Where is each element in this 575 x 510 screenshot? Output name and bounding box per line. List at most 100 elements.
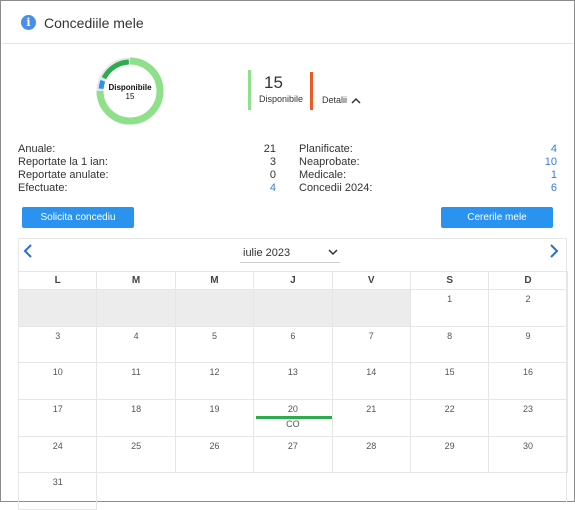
month-label: iulie 2023 xyxy=(243,247,291,259)
weekday-header: M xyxy=(96,271,176,290)
calendar-day-number: 14 xyxy=(366,367,377,378)
chevron-right-icon[interactable] xyxy=(549,244,559,258)
calendar-empty-cell xyxy=(174,289,255,327)
stat-row-carried-over: Reportate la 1 ian: 3 xyxy=(18,156,276,169)
stat-value: 0 xyxy=(269,169,276,181)
calendar-empty-cell xyxy=(97,473,175,510)
month-select[interactable]: iulie 2023 xyxy=(240,245,340,263)
calendar-day-cell[interactable]: 19 xyxy=(174,399,255,437)
calendar-day-cell[interactable]: 1 xyxy=(409,289,490,327)
calendar-day-number: 31 xyxy=(52,477,63,488)
stat-row-medical: Medicale: 1 xyxy=(299,169,557,182)
chevron-up-icon[interactable] xyxy=(351,96,361,104)
info-icon[interactable]: i xyxy=(21,15,36,30)
stat-value: 3 xyxy=(269,156,276,168)
calendar-week-row: 3 4 5 6 7 8 9 xyxy=(17,325,568,364)
calendar-week-row: 17 18 19 20 CO 21 22 23 xyxy=(17,399,568,437)
calendar-day-number: 5 xyxy=(211,330,217,341)
calendar-day-cell[interactable]: 17 xyxy=(17,399,98,437)
calendar-day-number: 25 xyxy=(131,440,142,451)
stat-label: Concedii 2024: xyxy=(299,182,373,194)
calendar-day-cell[interactable]: 2 xyxy=(488,289,568,327)
calendar-day-cell[interactable]: 26 xyxy=(174,435,255,474)
stat-row-leave-2024: Concedii 2024: 6 xyxy=(299,182,557,195)
calendar-day-cell[interactable]: 21 xyxy=(331,399,411,437)
calendar-day-number: 29 xyxy=(444,440,455,451)
calendar-day-cell[interactable]: 12 xyxy=(174,362,255,401)
request-leave-button[interactable]: Solicita concediu xyxy=(22,207,134,228)
calendar-day-number: 8 xyxy=(447,330,453,341)
calendar-day-cell[interactable]: 18 xyxy=(96,399,176,437)
leave-code: CO xyxy=(286,419,300,430)
calendar-day-cell[interactable]: 4 xyxy=(96,325,176,364)
calendar-day-number: 24 xyxy=(52,440,63,451)
calendar-day-number: 21 xyxy=(366,404,377,415)
calendar-day-number: 3 xyxy=(55,330,61,341)
details-toggle[interactable]: Detalii xyxy=(322,95,347,105)
calendar-grid: L M M J V S D 1 2 3 4 5 6 7 8 9 10 11 12 13 14 15 16 17 1… xyxy=(17,271,568,510)
chevron-down-icon xyxy=(328,249,338,256)
calendar-empty-cell xyxy=(332,473,410,510)
calendar-empty-cell xyxy=(175,473,253,510)
calendar-day-cell[interactable]: 11 xyxy=(96,362,176,401)
page-title: Concediile mele xyxy=(44,15,144,31)
calendar-day-cell[interactable]: 28 xyxy=(331,435,411,474)
stat-row-unapproved: Neaprobate: 10 xyxy=(299,156,557,169)
calendar-week-row: 12 xyxy=(17,289,568,327)
stat-value-link[interactable]: 4 xyxy=(270,182,276,195)
donut-center-label: Disponibile 15 xyxy=(92,83,168,101)
stats-right: Planificate: 4 Neaprobate: 10 Medicale: 1 C… xyxy=(299,143,557,195)
calendar-day-cell[interactable]: 7 xyxy=(331,325,411,364)
stat-label: Anuale: xyxy=(18,143,56,155)
stat-label: Efectuate: xyxy=(18,182,68,194)
calendar-week-row: 31 xyxy=(17,472,568,510)
calendar-week-row: 24 25 26 27 28 29 30 xyxy=(17,435,568,474)
calendar-day-cell[interactable]: 10 xyxy=(17,362,98,401)
stat-value-link[interactable]: 1 xyxy=(551,169,557,182)
calendar-day-cell[interactable]: 8 xyxy=(409,325,490,364)
stat-label: Reportate la 1 ian: xyxy=(18,156,108,168)
donut-label-text: Disponibile xyxy=(108,83,152,92)
chevron-left-icon[interactable] xyxy=(23,244,33,258)
calendar-day-cell[interactable]: 3 xyxy=(17,325,98,364)
calendar-day-cell[interactable]: 27 xyxy=(253,435,333,474)
calendar-day-number: 22 xyxy=(444,404,455,415)
calendar-day-cell[interactable]: 22 xyxy=(409,399,490,437)
calendar-day-cell[interactable]: 25 xyxy=(96,435,176,474)
calendar-day-cell[interactable]: 31 xyxy=(17,472,98,510)
calendar-empty-cell xyxy=(410,473,488,510)
panel-header: i Concediile mele xyxy=(2,2,573,44)
details-indicator-bar xyxy=(310,72,313,110)
calendar-empty-cell xyxy=(17,289,98,327)
stat-row-taken: Efectuate: 4 xyxy=(18,182,276,195)
stat-value-link[interactable]: 6 xyxy=(551,182,557,195)
weekday-header: D xyxy=(488,271,568,290)
calendar-day-cell[interactable]: 20 CO xyxy=(253,399,333,437)
calendar-day-number: 10 xyxy=(52,367,63,378)
stat-row-planned: Planificate: 4 xyxy=(299,143,557,156)
stat-value-link[interactable]: 4 xyxy=(551,143,557,156)
calendar-empty-cell xyxy=(254,473,332,510)
calendar-day-cell[interactable]: 23 xyxy=(488,399,568,437)
calendar-day-cell[interactable]: 13 xyxy=(253,362,333,401)
calendar-day-cell[interactable]: 9 xyxy=(488,325,568,364)
calendar-day-number: 1 xyxy=(447,294,453,304)
calendar-day-cell[interactable]: 15 xyxy=(409,362,490,401)
calendar-day-number: 2 xyxy=(525,294,531,304)
calendar-day-number: 27 xyxy=(287,440,298,451)
calendar-day-cell[interactable]: 24 xyxy=(17,435,98,474)
my-requests-button[interactable]: Cererile mele xyxy=(441,207,553,228)
stat-value: 21 xyxy=(263,143,276,155)
calendar-day-cell[interactable]: 5 xyxy=(174,325,255,364)
calendar-day-cell[interactable]: 30 xyxy=(488,435,568,474)
calendar-day-cell[interactable]: 6 xyxy=(253,325,333,364)
stat-value-link[interactable]: 10 xyxy=(545,156,557,169)
calendar-day-number: 15 xyxy=(444,367,455,378)
calendar-day-cell[interactable]: 29 xyxy=(409,435,490,474)
calendar-empty-cell xyxy=(331,289,411,327)
weekday-header: J xyxy=(253,271,333,290)
calendar-day-number: 17 xyxy=(52,404,63,415)
calendar-day-cell[interactable]: 14 xyxy=(331,362,411,401)
calendar-day-cell[interactable]: 16 xyxy=(488,362,568,401)
donut-label-value: 15 xyxy=(125,92,135,101)
